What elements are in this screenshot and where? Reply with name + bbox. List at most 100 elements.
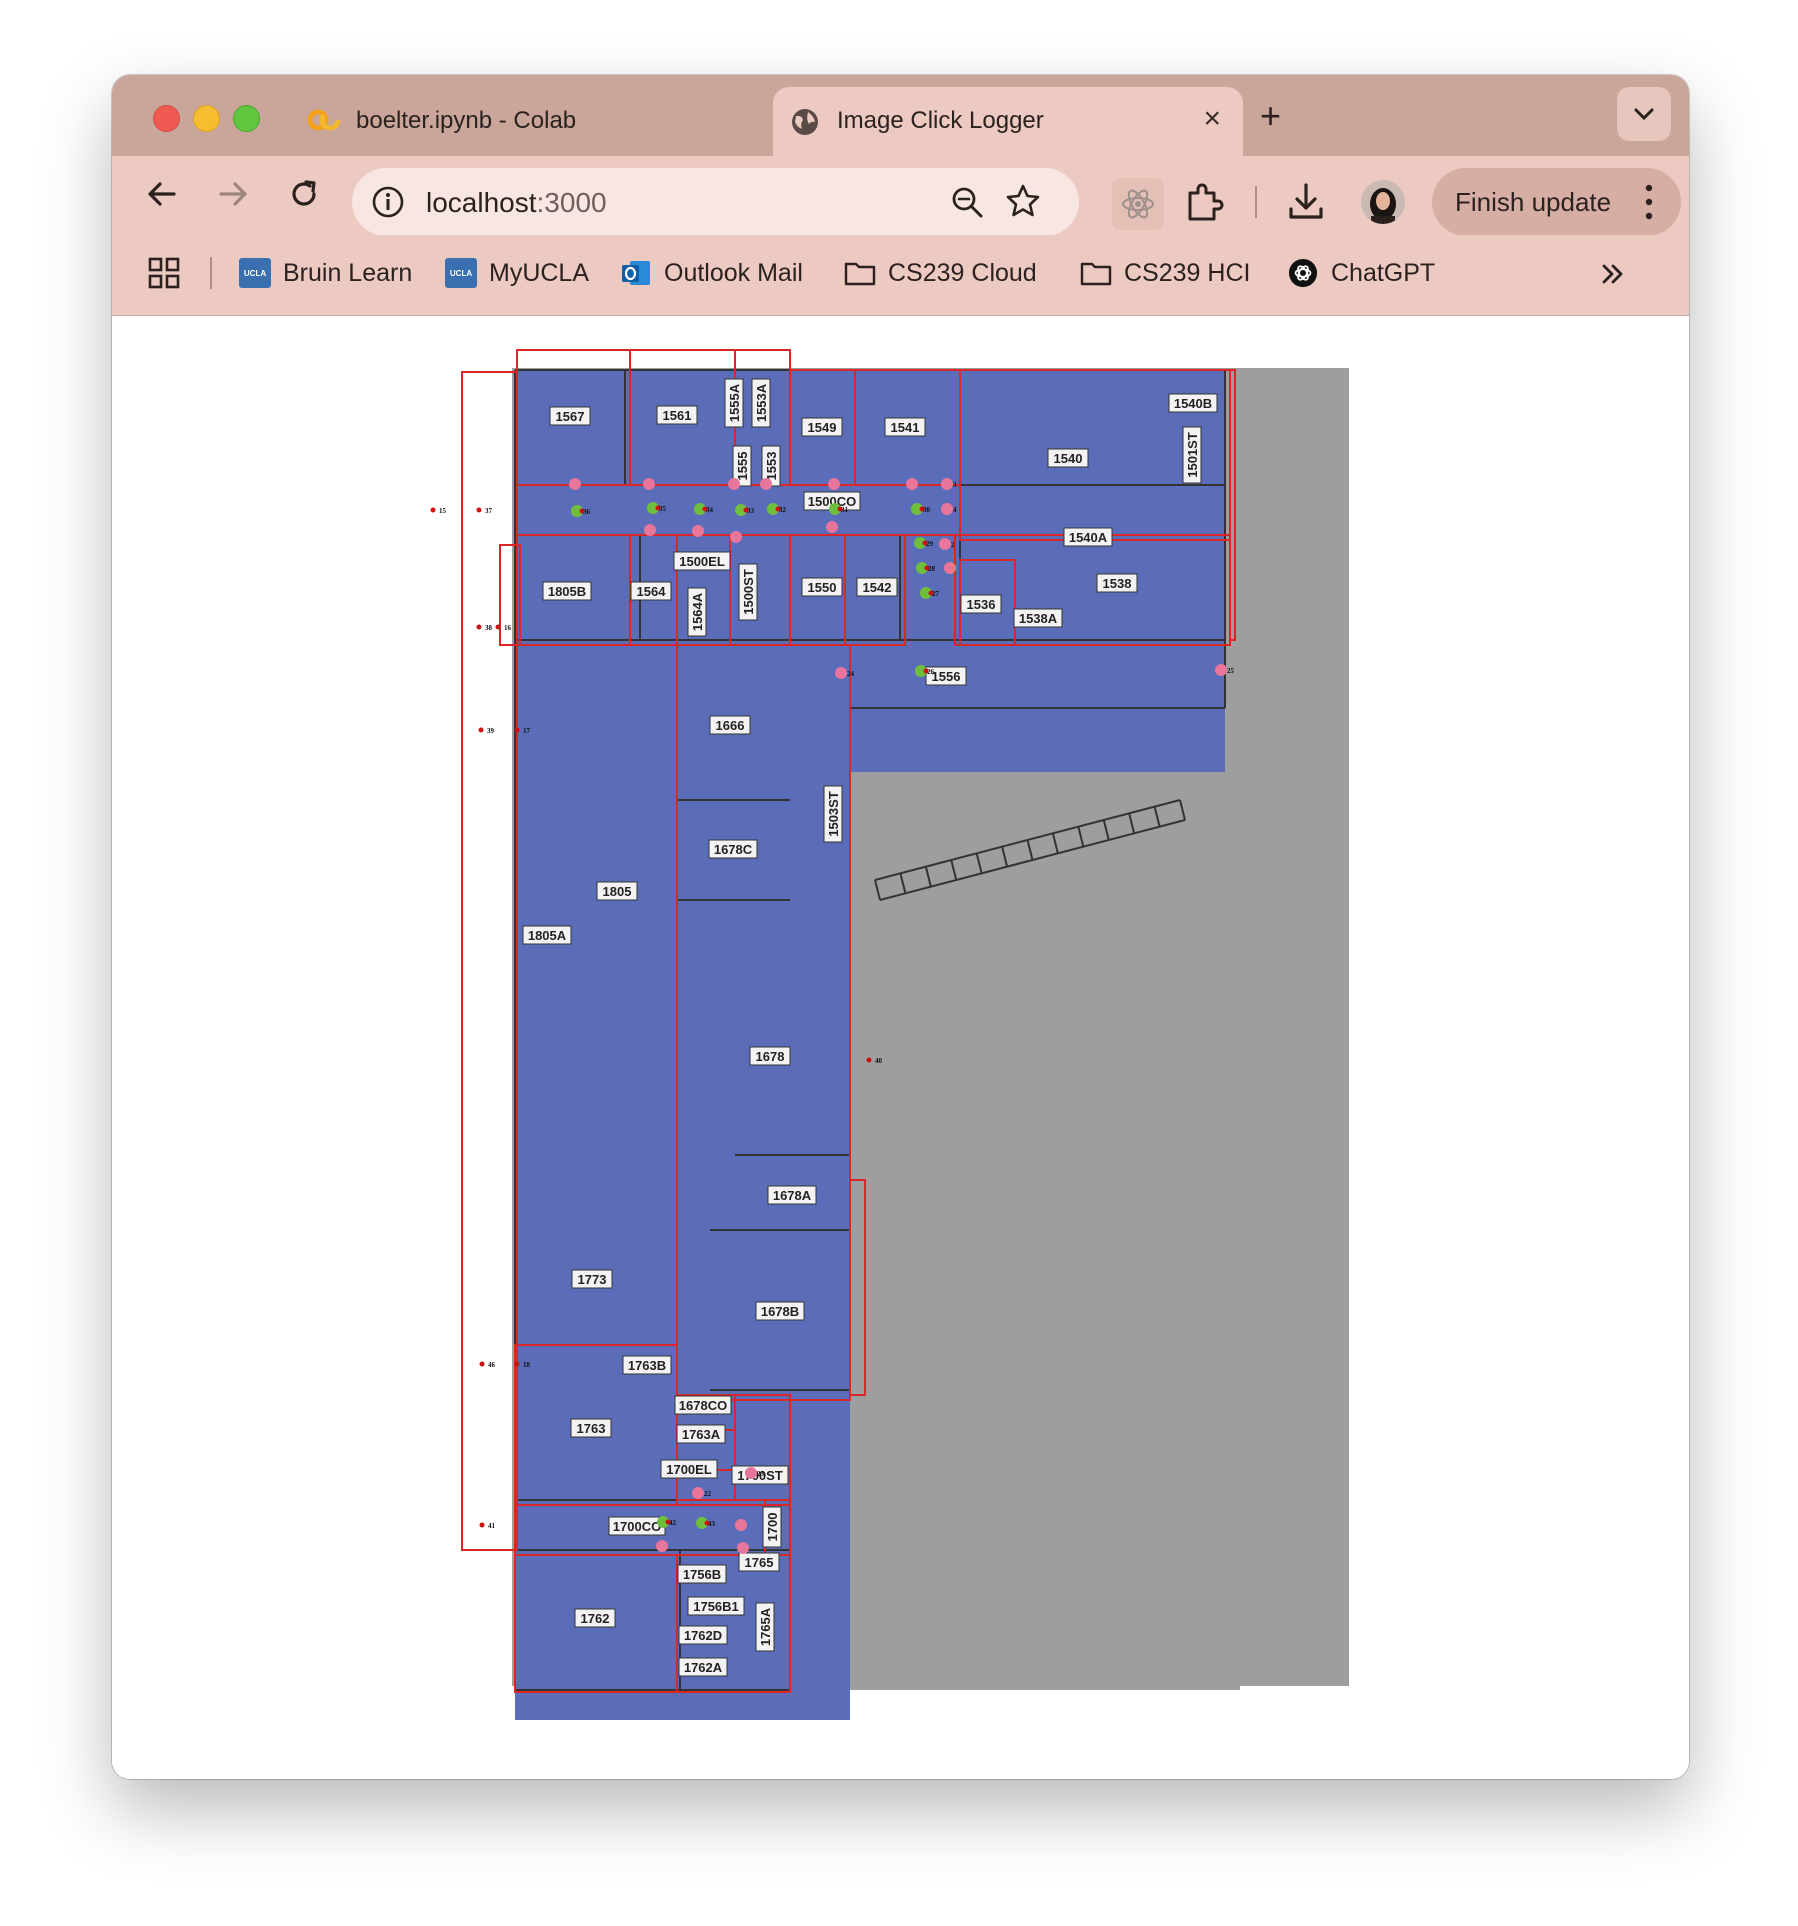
download-icon[interactable] [1286, 181, 1326, 223]
click-point-label: 38 [485, 624, 493, 632]
click-point: 41 [479, 1522, 496, 1530]
bookmark-cs239-hci[interactable]: CS239 HCI [1080, 255, 1250, 291]
click-point-label: 34 [706, 506, 714, 514]
click-point-label: 27 [932, 590, 940, 598]
room-label: 1564A [687, 587, 707, 637]
click-point-label: 24 [847, 670, 855, 678]
svg-text:1762A: 1762A [684, 1660, 723, 1675]
click-point [728, 478, 740, 490]
bookmarks-divider [210, 257, 212, 289]
click-point [643, 478, 655, 490]
bookmark-chatgpt[interactable]: ChatGPT [1287, 255, 1435, 291]
room-label: 1540A [1063, 527, 1113, 547]
react-extension-button[interactable] [1112, 178, 1164, 230]
room-label: 1555A [724, 378, 744, 428]
svg-text:1536: 1536 [967, 597, 996, 612]
room-bounding-box [461, 371, 518, 1551]
click-point: 39 [478, 727, 495, 735]
back-arrow-icon[interactable] [142, 174, 182, 214]
minimize-window-button[interactable] [193, 105, 220, 132]
tab-title: boelter.ipynb - Colab [356, 107, 577, 134]
svg-text:1762: 1762 [581, 1611, 610, 1626]
close-icon[interactable]: × [1203, 104, 1221, 134]
click-point-label: 42 [669, 1519, 677, 1527]
room-label: 1763 [570, 1418, 612, 1438]
avatar-photo-icon [1361, 180, 1405, 224]
apps-grid-icon[interactable] [148, 257, 180, 289]
svg-text:1700EL: 1700EL [666, 1462, 712, 1477]
floor-plan-image[interactable]: 1567 1561 1555A 1553A1549 154115401540B1501S… [112, 316, 1689, 1779]
bookmark-cs239-cloud[interactable]: CS239 Cloud [844, 255, 1037, 291]
svg-text:1678: 1678 [756, 1049, 785, 1064]
ucla-icon: UCLA [239, 258, 271, 288]
svg-text:1756B: 1756B [683, 1567, 721, 1582]
room-label: 1805B [542, 581, 592, 601]
svg-text:1678A: 1678A [773, 1188, 812, 1203]
room-label: 1763A [676, 1424, 726, 1444]
bookmark-star-icon[interactable] [1005, 183, 1041, 219]
folder-icon [1080, 262, 1112, 286]
address-bar[interactable]: localhost:3000 [352, 168, 1079, 236]
tab-search-button[interactable] [1617, 87, 1671, 141]
finish-update-button[interactable]: Finish update [1432, 168, 1681, 236]
svg-text:1500EL: 1500EL [679, 554, 725, 569]
svg-text:1542: 1542 [863, 580, 892, 595]
svg-text:1564: 1564 [637, 584, 667, 599]
room-label: 1763B [622, 1355, 672, 1375]
room-label: 1678C [708, 839, 758, 859]
more-bookmarks-chevron-icon[interactable] [1600, 261, 1626, 287]
svg-text:1765A: 1765A [758, 1607, 773, 1646]
svg-text:1553: 1553 [764, 452, 779, 481]
click-point-label: 46 [488, 1361, 496, 1369]
room-label: 1762D [678, 1625, 728, 1645]
bookmark-outlook-mail[interactable]: Outlook Mail [620, 255, 803, 291]
svg-text:1805: 1805 [603, 884, 632, 899]
svg-text:1678B: 1678B [761, 1304, 799, 1319]
forward-arrow-icon[interactable] [213, 174, 253, 214]
tab-image-click-logger[interactable]: Image Click Logger × [773, 87, 1243, 156]
click-point-label: 3 [953, 481, 957, 489]
click-point [944, 562, 956, 574]
room-label: 1805A [522, 925, 572, 945]
room-label: 1678CO [674, 1395, 732, 1415]
svg-text:1805B: 1805B [548, 584, 586, 599]
svg-text:1805A: 1805A [528, 928, 567, 943]
click-point-label: 35 [659, 505, 667, 513]
svg-text:1541: 1541 [891, 420, 920, 435]
page-content: 1567 1561 1555A 1553A 1549 1541 1540 1540B 1501S… [112, 316, 1689, 1779]
maximize-window-button[interactable] [233, 105, 260, 132]
new-tab-button[interactable]: + [1260, 98, 1281, 134]
click-point [737, 1542, 749, 1554]
room-label: 1538 [1096, 573, 1138, 593]
zoom-icon[interactable] [950, 185, 984, 219]
svg-text:1538A: 1538A [1019, 611, 1058, 626]
click-point: 38 [476, 624, 493, 632]
kebab-menu-icon[interactable] [1645, 182, 1653, 222]
svg-text:1666: 1666 [716, 718, 745, 733]
room-label: 1561 [656, 405, 698, 425]
svg-text:1763A: 1763A [682, 1427, 721, 1442]
bookmark-bruin-learn[interactable]: UCLA Bruin Learn [239, 255, 412, 291]
site-info-icon[interactable] [371, 185, 405, 219]
click-point [692, 525, 704, 537]
click-point-label: 29 [926, 540, 934, 548]
bookmark-myucla[interactable]: UCLA MyUCLA [445, 255, 589, 291]
room-label: 1541 [884, 417, 926, 437]
svg-text:1549: 1549 [808, 420, 837, 435]
room-label: 1756B [677, 1564, 727, 1584]
profile-avatar[interactable] [1361, 180, 1405, 224]
svg-text:1773: 1773 [578, 1272, 607, 1287]
click-point-label: 39 [487, 727, 495, 735]
svg-text:1540A: 1540A [1069, 530, 1108, 545]
close-window-button[interactable] [153, 105, 180, 132]
click-point-label: 26 [927, 668, 935, 676]
room-label: 1500EL [673, 551, 731, 571]
click-point-label: 2 [951, 541, 955, 549]
room-label: 1700EL [660, 1459, 718, 1479]
click-point-label: 28 [928, 565, 936, 573]
click-point [730, 531, 742, 543]
reload-icon[interactable] [284, 174, 324, 214]
room-label: 1567 [549, 406, 591, 426]
extensions-puzzle-icon[interactable] [1184, 181, 1224, 223]
click-point-label: 40 [875, 1057, 883, 1065]
